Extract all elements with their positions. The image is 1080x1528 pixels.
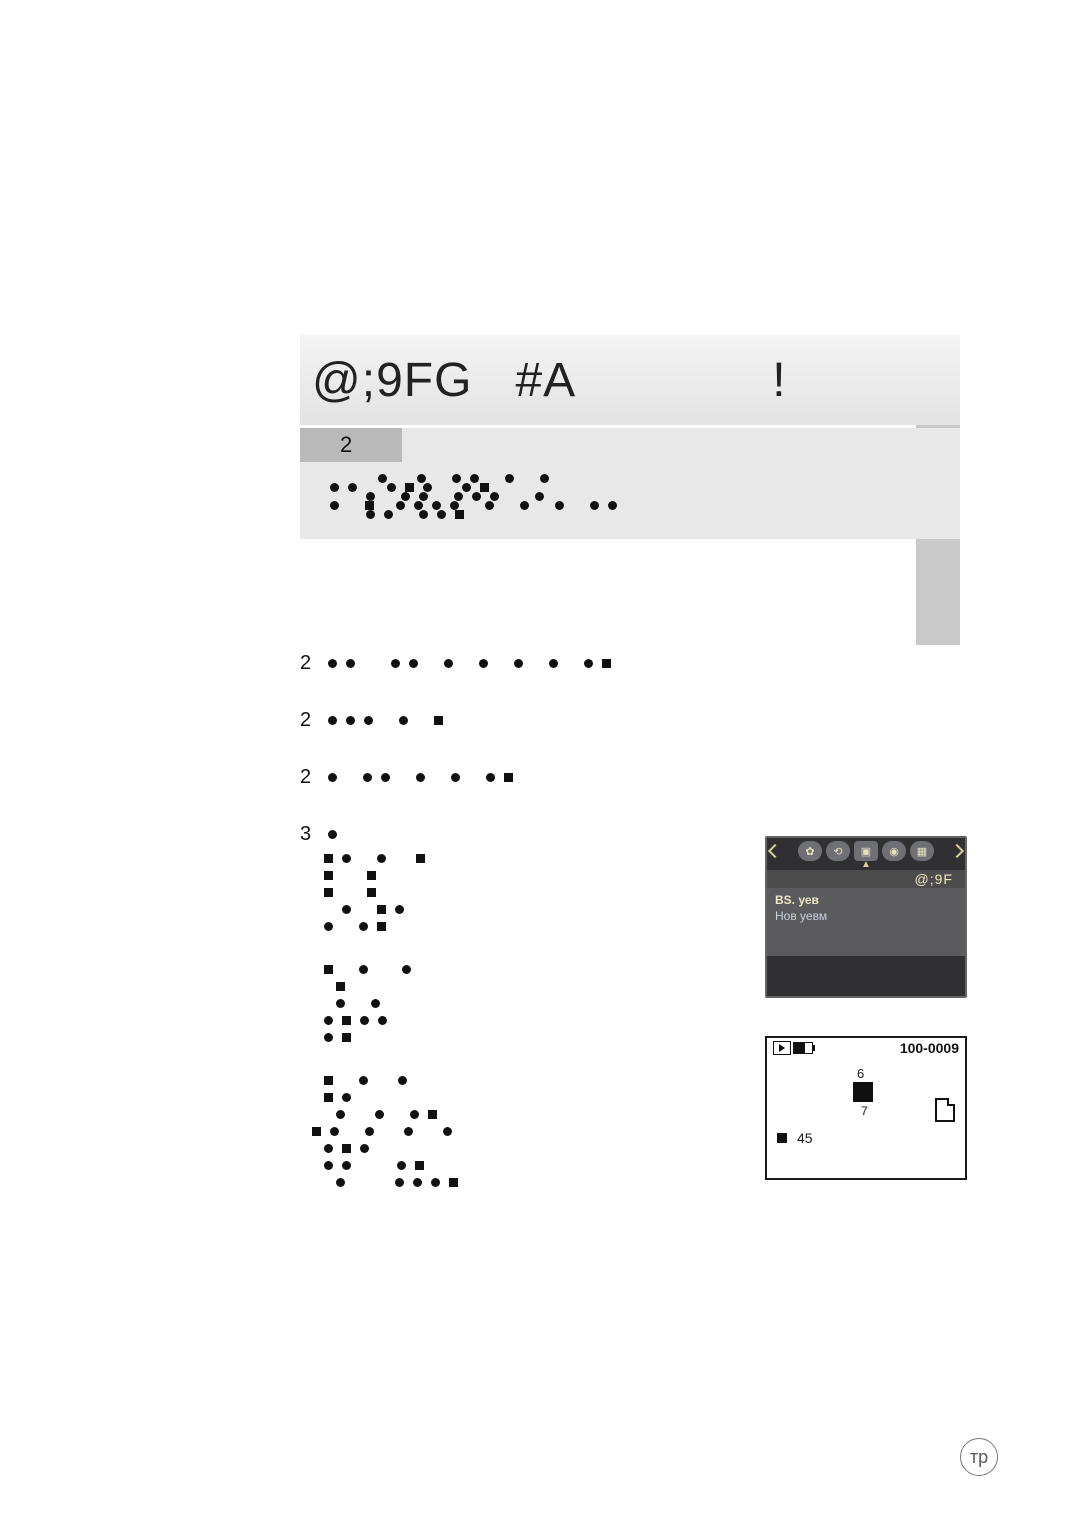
right-arrow-icon[interactable] [950, 844, 964, 858]
preview-num-top: 6 [857, 1066, 864, 1081]
tab-icon-4[interactable]: ◉ [882, 841, 906, 861]
preview-num-bottom: 7 [861, 1104, 868, 1118]
camera-menu-body: ВS. уев Нов уевм [767, 888, 965, 956]
footer-number: 45 [797, 1130, 813, 1146]
playback-icon [773, 1041, 791, 1055]
page: @;9FG #A ! 2 [0, 0, 1080, 1528]
camera-menu-title: @;9F [767, 870, 965, 888]
page-fold-icon [935, 1098, 955, 1122]
info-header: 2 [300, 428, 402, 462]
body-line-1: 2 [300, 652, 620, 675]
line-num: 2 [300, 709, 318, 732]
page-title-band: @;9FG #A ! [300, 335, 960, 425]
info-header-number: 2 [340, 432, 352, 457]
tab-icon-5[interactable]: ▦ [910, 841, 934, 861]
title-end: ! [772, 354, 786, 407]
preview-footer: 45 [767, 1130, 965, 1146]
page-number-text: тр [970, 1447, 988, 1468]
camera-menu-footer [767, 956, 965, 976]
menu-row-selected[interactable]: ВS. уев [775, 892, 957, 908]
line-num: 2 [300, 766, 318, 789]
body-line-3: 2 [300, 766, 620, 789]
camera-tab-row: ✿ ⟲ ▣ ◉ ▦ [767, 838, 965, 861]
camera-menu-screen: ✿ ⟲ ▣ ◉ ▦ ▲ @;9F ВS. уев Нов уевм [765, 836, 967, 998]
preview-body: 6 7 [767, 1058, 965, 1130]
body-line-4: 3 [300, 823, 620, 846]
body-lines: 2 2 2 3 [300, 644, 620, 1195]
page-number: тр [960, 1438, 998, 1476]
battery-icon [793, 1042, 813, 1054]
tab-icon-1[interactable]: ✿ [798, 841, 822, 861]
marker-square-icon [777, 1133, 787, 1143]
line-num: 3 [300, 823, 318, 846]
camera-tabs: ✿ ⟲ ▣ ◉ ▦ [798, 841, 934, 861]
info-block: 2 [300, 428, 960, 539]
tab-pointer-icon: ▲ [767, 859, 965, 870]
image-code: 100-0009 [900, 1040, 959, 1056]
preview-black-square [853, 1082, 873, 1102]
menu-row[interactable]: Нов уевм [775, 908, 957, 924]
title-left: @;9FG [312, 354, 472, 407]
line-num: 2 [300, 652, 318, 675]
preview-header: 100-0009 [767, 1038, 965, 1058]
info-dots [300, 474, 960, 519]
title-mid: #A [515, 354, 573, 407]
tab-icon-3[interactable]: ▣ [854, 841, 878, 861]
left-arrow-icon[interactable] [768, 844, 782, 858]
page-title: @;9FG #A ! [300, 353, 787, 408]
body-line-2: 2 [300, 709, 620, 732]
preview-window: 100-0009 6 7 45 [765, 1036, 967, 1180]
tab-icon-2[interactable]: ⟲ [826, 841, 850, 861]
